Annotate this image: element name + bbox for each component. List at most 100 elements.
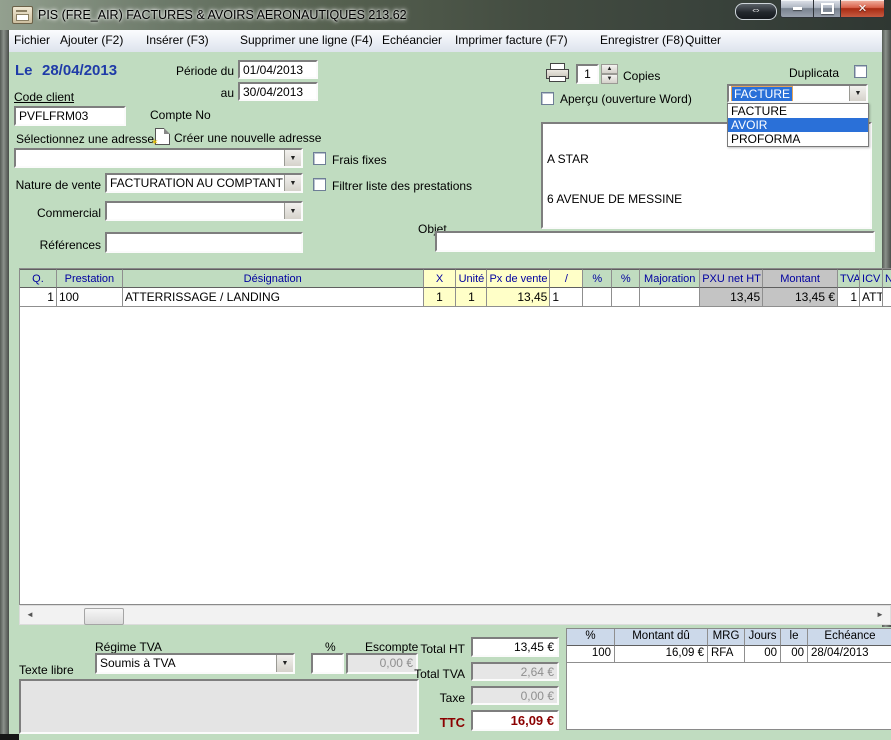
col-majoration[interactable]: Majoration — [640, 269, 700, 288]
col-designation[interactable]: Désignation — [123, 269, 424, 288]
menu-echeancier[interactable]: Echéancier — [382, 33, 442, 47]
menu-quitter[interactable]: Quitter — [685, 33, 721, 47]
references-field[interactable] — [105, 232, 303, 253]
menu-supprimer[interactable]: Supprimer une ligne (F4) — [240, 33, 373, 47]
sched-col-mrg[interactable]: MRG — [708, 629, 745, 646]
texte-libre-textarea[interactable] — [19, 679, 419, 734]
periode-au-field[interactable]: 30/04/2013 — [238, 82, 318, 101]
sched-col-pct[interactable]: % — [567, 629, 615, 646]
cell-x[interactable]: 1 — [424, 288, 457, 307]
sched-col-le[interactable]: le — [781, 629, 808, 646]
copies-stepper[interactable]: ▲ ▼ — [601, 64, 618, 84]
objet-field[interactable] — [435, 231, 875, 252]
sched-cell-echeance[interactable]: 28/04/2013 — [808, 646, 891, 663]
horizontal-scrollbar[interactable]: ◄ ► — [19, 605, 891, 625]
app-window: PIS (FRE_AIR) FACTURES & AVOIRS AERONAUT… — [0, 0, 891, 740]
periode-du-field[interactable]: 01/04/2013 — [238, 60, 318, 79]
commercial-combobox[interactable]: ▼ — [105, 201, 303, 221]
sched-cell-le[interactable]: 00 — [781, 646, 808, 663]
menu-enregistrer[interactable]: Enregistrer (F8) — [600, 33, 684, 47]
cell-q[interactable]: 1 — [20, 288, 57, 307]
col-tva[interactable]: TVA — [838, 269, 860, 288]
regime-tva-combobox[interactable]: Soumis à TVA ▼ — [95, 653, 295, 674]
regime-tva-value: Soumis à TVA — [100, 656, 176, 670]
doc-type-option-proforma[interactable]: PROFORMA — [728, 132, 868, 146]
apercu-checkbox[interactable] — [541, 92, 554, 105]
scroll-right-icon[interactable]: ► — [872, 608, 888, 622]
chevron-down-icon[interactable]: ▼ — [284, 175, 301, 191]
menu-fichier[interactable]: Fichier — [14, 33, 50, 47]
menu-inserer[interactable]: Insérer (F3) — [146, 33, 209, 47]
window-frame-left — [0, 30, 9, 735]
cell-pct2[interactable] — [612, 288, 640, 307]
chevron-down-icon[interactable]: ▼ — [276, 655, 293, 672]
cell-majoration[interactable] — [640, 288, 700, 307]
close-button[interactable]: ✕ — [841, 0, 885, 18]
col-q[interactable]: Q. — [20, 269, 57, 288]
table-row[interactable]: 1 100 ATTERRISSAGE / LANDING 1 1 13,45 1… — [20, 288, 891, 307]
sched-cell-pct[interactable]: 100 — [567, 646, 615, 663]
code-client-field[interactable]: PVFLFRM03 — [14, 106, 126, 126]
cell-pct1[interactable] — [583, 288, 612, 307]
copies-field[interactable]: 1 — [576, 64, 599, 84]
spinner-up-icon[interactable]: ▲ — [601, 64, 618, 74]
duplicata-checkbox[interactable] — [854, 65, 867, 78]
escompte-pct-field[interactable] — [311, 653, 344, 674]
col-clipped[interactable]: N — [883, 269, 891, 288]
scroll-left-icon[interactable]: ◄ — [22, 608, 38, 622]
sched-col-montant[interactable]: Montant dû — [615, 629, 708, 646]
menu-imprimer[interactable]: Imprimer facture (F7) — [455, 33, 568, 47]
col-montant[interactable]: Montant — [763, 269, 838, 288]
col-px-vente[interactable]: Px de vente — [487, 269, 550, 288]
cell-prestation[interactable]: 100 — [57, 288, 123, 307]
maximize-button[interactable] — [814, 0, 841, 18]
col-pct1[interactable]: % — [583, 269, 612, 288]
sched-col-jours[interactable]: Jours — [745, 629, 781, 646]
col-prestation[interactable]: Prestation — [57, 269, 123, 288]
minimize-button[interactable] — [780, 0, 814, 18]
client-area: Le 28/04/2013 Période du 01/04/2013 au 3… — [9, 52, 882, 734]
cell-unite[interactable]: 1 — [456, 288, 487, 307]
filtrer-checkbox[interactable] — [313, 178, 326, 191]
col-icv[interactable]: ICV — [860, 269, 883, 288]
cell-pxu-net[interactable]: 13,45 — [700, 288, 763, 307]
nature-combobox[interactable]: FACTURATION AU COMPTANT ▼ — [105, 173, 303, 193]
address-line: 6 AVENUE DE MESSINE — [547, 193, 866, 206]
minimize-icon — [793, 7, 802, 10]
swap-arrows-button[interactable]: ⇔ — [735, 3, 777, 20]
cell-px-vente[interactable]: 13,45 — [487, 288, 550, 307]
spinner-down-icon[interactable]: ▼ — [601, 74, 618, 84]
col-unite[interactable]: Unité — [456, 269, 487, 288]
chevron-down-icon[interactable]: ▼ — [284, 150, 301, 166]
doc-type-combobox[interactable]: FACTURE ▼ — [727, 84, 868, 103]
sched-cell-montant[interactable]: 16,09 € — [615, 646, 708, 663]
address-combobox[interactable]: ▼ — [14, 148, 303, 168]
cell-tva[interactable]: 1 — [838, 288, 860, 307]
chevron-down-icon[interactable]: ▼ — [849, 86, 866, 101]
sched-col-echeance[interactable]: Echéance — [808, 629, 891, 646]
cell-designation[interactable]: ATTERRISSAGE / LANDING — [123, 288, 424, 307]
chevron-down-icon[interactable]: ▼ — [284, 203, 301, 219]
menu-ajouter[interactable]: Ajouter (F2) — [60, 33, 123, 47]
sparkle-icon: ✶ — [151, 137, 159, 148]
ttc-label: TTC — [400, 715, 465, 730]
schedule-row[interactable]: 100 16,09 € RFA 00 00 28/04/2013 — [567, 646, 891, 663]
create-address-link[interactable]: Créer une nouvelle adresse — [174, 131, 321, 145]
cell-clipped[interactable] — [883, 288, 891, 307]
scrollbar-thumb[interactable] — [84, 608, 124, 625]
cell-icv[interactable]: ATT — [860, 288, 883, 307]
sched-cell-mrg[interactable]: RFA — [708, 646, 745, 663]
cell-montant[interactable]: 13,45 € — [763, 288, 838, 307]
cell-slash[interactable]: 1 — [550, 288, 583, 307]
taxe-label: Taxe — [400, 691, 465, 705]
frais-fixes-checkbox[interactable] — [313, 152, 326, 165]
col-pxu-net[interactable]: PXU net HT — [700, 269, 763, 288]
sched-cell-jours[interactable]: 00 — [745, 646, 781, 663]
doc-type-option-facture[interactable]: FACTURE — [728, 104, 868, 118]
col-x[interactable]: X — [424, 269, 457, 288]
texte-libre-label: Texte libre — [19, 663, 74, 677]
doc-type-option-avoir[interactable]: AVOIR — [728, 118, 868, 132]
schedule-table: % Montant dû MRG Jours le Echéance 100 1… — [566, 628, 891, 730]
col-pct2[interactable]: % — [612, 269, 640, 288]
col-slash[interactable]: / — [550, 269, 583, 288]
